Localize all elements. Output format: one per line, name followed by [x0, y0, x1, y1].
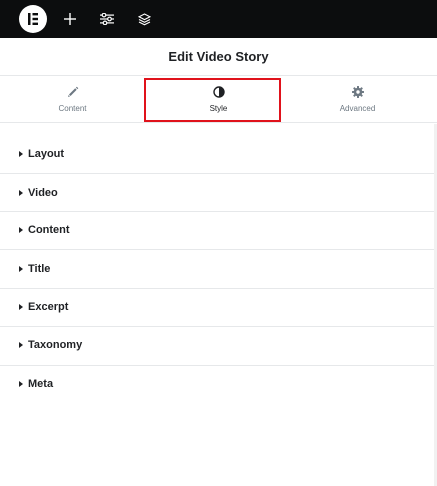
- sliders-icon: [100, 13, 114, 25]
- add-element-button[interactable]: [60, 9, 80, 29]
- section-layout[interactable]: Layout: [0, 135, 437, 174]
- section-title[interactable]: Title: [0, 250, 437, 289]
- half-circle-icon: [212, 85, 225, 99]
- section-label: Layout: [28, 148, 65, 160]
- tab-label: Content: [58, 104, 87, 113]
- layers-icon: [137, 12, 151, 25]
- tab-advanced[interactable]: Advanced: [285, 76, 430, 122]
- caret-right-icon: [19, 227, 23, 233]
- section-taxonomy[interactable]: Taxonomy: [0, 327, 437, 366]
- caret-right-icon: [19, 190, 23, 196]
- section-label: Taxonomy: [28, 339, 83, 351]
- tab-content[interactable]: Content: [0, 76, 145, 122]
- section-video[interactable]: Video: [0, 174, 437, 212]
- style-sections: Layout Video Content Title Excerpt Taxon…: [0, 135, 437, 404]
- caret-right-icon: [19, 304, 23, 310]
- panel-header: Edit Video Story: [0, 38, 437, 76]
- gear-icon: [351, 85, 364, 99]
- section-label: Content: [28, 224, 70, 236]
- tab-label: Style: [209, 104, 228, 113]
- panel-title: Edit Video Story: [168, 49, 269, 64]
- caret-right-icon: [19, 381, 23, 387]
- top-toolbar: [0, 0, 437, 38]
- elementor-logo-icon[interactable]: [19, 5, 47, 33]
- pencil-icon: [67, 85, 79, 99]
- tab-label: Advanced: [339, 104, 376, 113]
- section-label: Title: [28, 263, 51, 275]
- section-label: Video: [28, 187, 58, 199]
- plus-icon: [64, 13, 76, 25]
- structure-button[interactable]: [134, 9, 154, 29]
- panel-tabs: Content Style Advanced: [0, 76, 437, 123]
- caret-right-icon: [19, 266, 23, 272]
- site-settings-button[interactable]: [97, 9, 117, 29]
- caret-right-icon: [19, 151, 23, 157]
- tab-style[interactable]: Style: [146, 76, 291, 122]
- section-label: Excerpt: [28, 301, 69, 313]
- section-content[interactable]: Content: [0, 212, 437, 250]
- section-label: Meta: [28, 378, 54, 390]
- section-meta[interactable]: Meta: [0, 366, 437, 404]
- section-excerpt[interactable]: Excerpt: [0, 289, 437, 327]
- caret-right-icon: [19, 342, 23, 348]
